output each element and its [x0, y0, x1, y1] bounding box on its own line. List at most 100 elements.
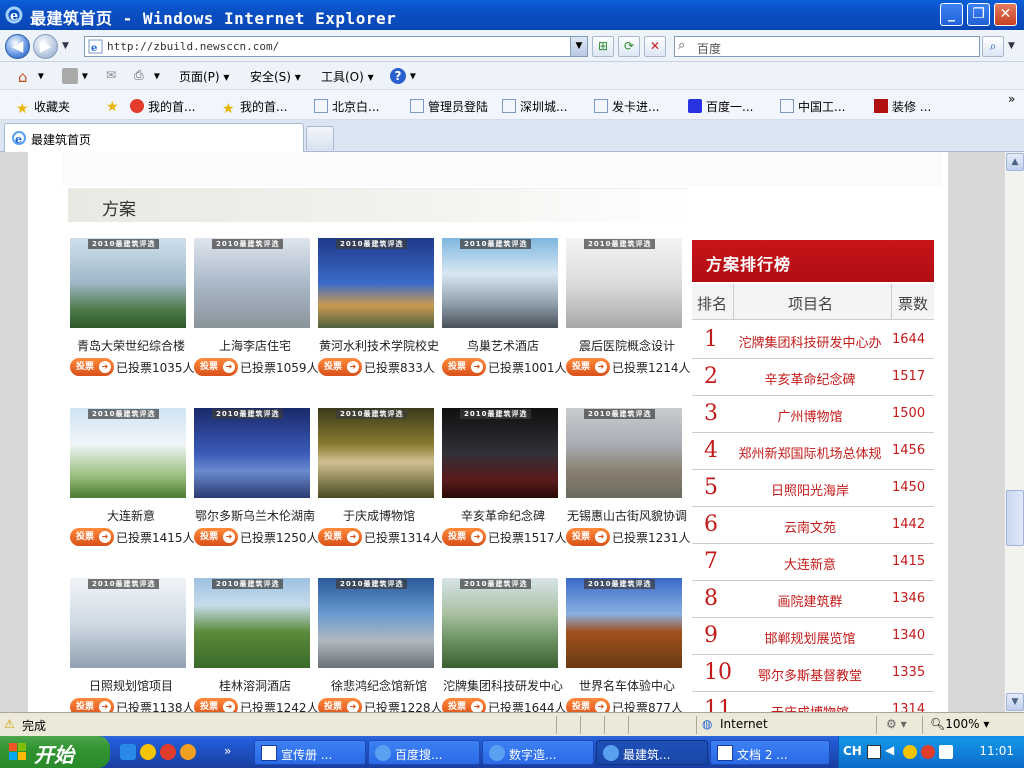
ranking-row[interactable]: 4 郑州新郑国际机场总体规 1456 — [692, 433, 934, 470]
rank-project-link[interactable]: 日照阳光海岸 — [732, 480, 888, 499]
back-button[interactable]: ◀ — [5, 34, 30, 59]
ranking-row[interactable]: 7 大连新意 1415 — [692, 544, 934, 581]
minimize-button[interactable]: _ — [940, 3, 963, 26]
ranking-row[interactable]: 2 辛亥革命纪念碑 1517 — [692, 359, 934, 396]
fav-item-7[interactable]: 中国工... — [780, 98, 845, 115]
project-thumbnail[interactable]: 2010最建筑评选 — [566, 238, 682, 328]
project-name[interactable]: 世界名车体验中心 — [566, 677, 688, 694]
rank-project-link[interactable]: 大连新意 — [732, 554, 888, 573]
stop-icon[interactable]: ✕ — [644, 36, 666, 57]
task-item-4[interactable]: 文档 2 ... — [710, 740, 830, 765]
rank-project-link[interactable]: 辛亥革命纪念碑 — [732, 369, 888, 388]
project-thumbnail[interactable]: 2010最建筑评选 — [566, 578, 682, 668]
vote-button[interactable]: 投票 ➜ — [442, 528, 486, 546]
page-menu[interactable]: 页面(P) ▾ — [179, 68, 229, 85]
input-language[interactable]: CH — [843, 744, 862, 758]
project-name[interactable]: 桂林溶洞酒店 — [194, 677, 316, 694]
rank-project-link[interactable]: 郑州新郑国际机场总体规 — [732, 443, 888, 462]
history-dropdown-icon[interactable]: ▼ — [62, 41, 69, 51]
help-button[interactable]: ? ▾ — [390, 68, 416, 84]
ranking-row[interactable]: 9 邯郸规划展览馆 1340 — [692, 618, 934, 655]
vote-button[interactable]: 投票 ➜ — [318, 698, 362, 712]
mail-button[interactable]: ✉ — [106, 68, 122, 84]
ranking-row[interactable]: 10 鄂尔多斯基督教堂 1335 — [692, 655, 934, 692]
rank-project-link[interactable]: 于庆成博物馆 — [732, 702, 888, 712]
fav-item-3[interactable]: 管理员登陆 — [410, 98, 488, 115]
feeds-button[interactable]: ▾ — [62, 68, 88, 84]
more-favorites-icon[interactable]: » — [1008, 92, 1015, 106]
network-icon[interactable] — [939, 745, 953, 759]
project-name[interactable]: 辛亥革命纪念碑 — [442, 507, 564, 524]
ime-icon[interactable] — [867, 745, 881, 759]
tray-app-icon[interactable] — [921, 745, 935, 759]
print-button[interactable]: ⎙ ▾ — [134, 68, 160, 84]
scroll-thumb[interactable] — [1006, 490, 1024, 546]
start-button[interactable]: 开始 — [0, 736, 110, 768]
project-thumbnail[interactable]: 2010最建筑评选 — [442, 408, 558, 498]
vote-button[interactable]: 投票 ➜ — [442, 358, 486, 376]
vote-button[interactable]: 投票 ➜ — [194, 358, 238, 376]
scroll-up-icon[interactable]: ▲ — [1006, 153, 1024, 171]
project-name[interactable]: 震后医院概念设计 — [566, 337, 688, 354]
vote-button[interactable]: 投票 ➜ — [70, 358, 114, 376]
ranking-row[interactable]: 3 广州博物馆 1500 — [692, 396, 934, 433]
vote-button[interactable]: 投票 ➜ — [194, 698, 238, 712]
quicklaunch-app-icon[interactable] — [180, 744, 196, 760]
project-thumbnail[interactable]: 2010最建筑评选 — [442, 238, 558, 328]
project-thumbnail[interactable]: 2010最建筑评选 — [318, 408, 434, 498]
fav-item-2[interactable]: 北京白... — [314, 98, 379, 115]
search-input[interactable]: ⌕ 百度 — [674, 36, 980, 57]
project-thumbnail[interactable]: 2010最建筑评选 — [194, 578, 310, 668]
tools-menu[interactable]: 工具(O) ▾ — [321, 68, 374, 85]
refresh-icon[interactable]: ⟳ — [618, 36, 640, 57]
project-name[interactable]: 沱牌集团科技研发中心 — [442, 677, 564, 694]
rank-project-link[interactable]: 广州博物馆 — [732, 406, 888, 425]
address-url[interactable]: http://zbuild.newsccn.com/ — [107, 40, 279, 53]
task-item-0[interactable]: 宣传册 ... — [254, 740, 366, 765]
home-button[interactable]: ⌂ ▾ — [18, 68, 44, 86]
fav-item-5[interactable]: 发卡进... — [594, 98, 659, 115]
restore-button[interactable]: ❐ — [967, 3, 990, 26]
quicklaunch-browser-icon[interactable] — [160, 744, 176, 760]
project-thumbnail[interactable]: 2010最建筑评选 — [442, 578, 558, 668]
project-name[interactable]: 上海李店住宅 — [194, 337, 316, 354]
task-item-1[interactable]: 百度搜... — [368, 740, 480, 765]
add-favorite-icon[interactable]: ★ — [106, 98, 124, 114]
project-thumbnail[interactable]: 2010最建筑评选 — [70, 578, 186, 668]
tab-zbuild-home[interactable]: e 最建筑首页 — [4, 123, 304, 152]
project-name[interactable]: 徐悲鸿纪念馆新馆 — [318, 677, 440, 694]
project-name[interactable]: 日照规划馆项目 — [70, 677, 192, 694]
compat-view-icon[interactable]: ⊞ — [592, 36, 614, 57]
project-name[interactable]: 无锡惠山古街风貌协调 — [566, 507, 688, 524]
rank-project-link[interactable]: 云南文苑 — [732, 517, 888, 536]
fav-item-0[interactable]: 我的首... — [130, 98, 195, 115]
project-name[interactable]: 鸟巢艺术酒店 — [442, 337, 564, 354]
ranking-row[interactable]: 8 画院建筑群 1346 — [692, 581, 934, 618]
project-thumbnail[interactable]: 2010最建筑评选 — [194, 408, 310, 498]
vote-button[interactable]: 投票 ➜ — [318, 528, 362, 546]
vote-button[interactable]: 投票 ➜ — [566, 528, 610, 546]
fav-item-8[interactable]: 装修 ... — [874, 98, 931, 115]
project-name[interactable]: 于庆成博物馆 — [318, 507, 440, 524]
project-name[interactable]: 青岛大荣世纪综合楼 — [70, 337, 192, 354]
vote-button[interactable]: 投票 ➜ — [70, 528, 114, 546]
project-thumbnail[interactable]: 2010最建筑评选 — [318, 578, 434, 668]
favorites-button[interactable]: ★ 收藏夹 — [16, 98, 70, 116]
ranking-row[interactable]: 11于庆成博物馆 1314 — [692, 692, 934, 712]
rank-project-link[interactable]: 鄂尔多斯基督教堂 — [732, 665, 888, 684]
project-name[interactable]: 大连新意 — [70, 507, 192, 524]
vote-button[interactable]: 投票 ➜ — [566, 698, 610, 712]
close-button[interactable]: ✕ — [994, 3, 1017, 26]
new-tab-button[interactable] — [306, 126, 334, 150]
search-options-icon[interactable]: ▼ — [1008, 41, 1015, 51]
safety-menu[interactable]: 安全(S) ▾ — [250, 68, 301, 85]
task-item-3[interactable]: 最建筑... — [596, 740, 708, 765]
project-thumbnail[interactable]: 2010最建筑评选 — [70, 238, 186, 328]
scroll-down-icon[interactable]: ▼ — [1006, 693, 1024, 711]
quicklaunch-qq-icon[interactable] — [140, 744, 156, 760]
address-bar[interactable]: e http://zbuild.newsccn.com/ ▼ — [84, 36, 588, 57]
task-item-2[interactable]: 数字造... — [482, 740, 594, 765]
project-name[interactable]: 黄河水利技术学院校史 — [318, 337, 440, 354]
project-thumbnail[interactable]: 2010最建筑评选 — [194, 238, 310, 328]
quicklaunch-more-icon[interactable]: » — [224, 744, 231, 758]
